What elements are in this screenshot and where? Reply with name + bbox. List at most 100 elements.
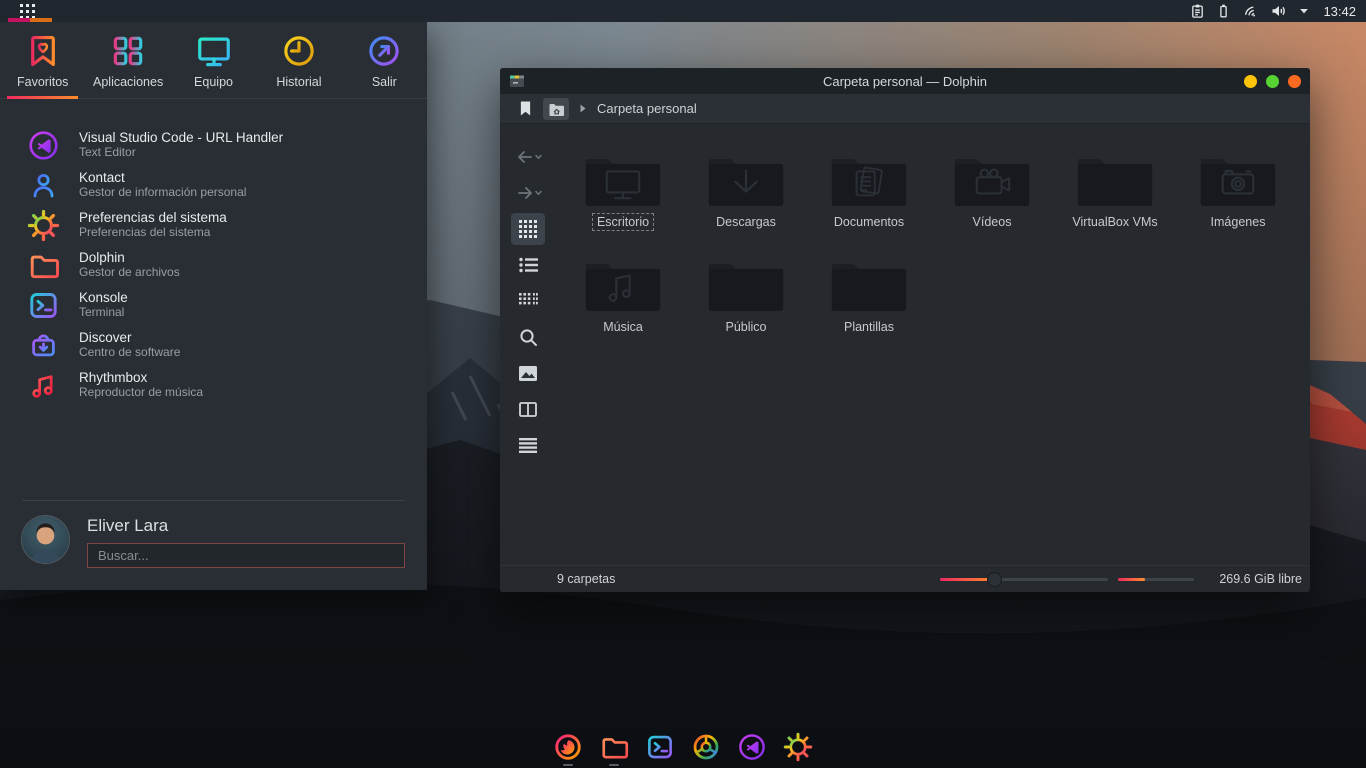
folder-icon (581, 257, 665, 315)
avatar[interactable] (22, 516, 69, 563)
list-view-button[interactable] (511, 247, 545, 283)
zoom-slider-handle[interactable] (987, 572, 1002, 587)
app-subtitle: Gestor de información personal (79, 186, 246, 200)
vscode-icon (27, 129, 60, 162)
folder-icon (599, 732, 629, 762)
app-item-vscode[interactable]: Visual Studio Code - URL Handler Text Ed… (0, 125, 427, 165)
top-panel: 13:42 (0, 0, 1366, 22)
tab-equipo[interactable]: Equipo (171, 22, 256, 98)
app-item-rhythmbox[interactable]: Rhythmbox Reproductor de música (0, 365, 427, 405)
dock-item-settings[interactable] (783, 732, 813, 766)
app-title: Rhythmbox (79, 370, 203, 386)
home-button[interactable] (543, 98, 569, 120)
app-item-discover[interactable]: Discover Centro de software (0, 325, 427, 365)
folder-icon (27, 249, 60, 282)
back-button[interactable] (511, 139, 545, 175)
music-note-icon (27, 369, 60, 402)
tab-label: Aplicaciones (93, 75, 163, 89)
tab-favoritos[interactable]: Favoritos (0, 22, 85, 98)
folder-descargas[interactable]: Descargas (698, 152, 794, 231)
dock (553, 732, 813, 766)
tab-salir[interactable]: Salir (342, 22, 427, 98)
app-launcher-button[interactable] (0, 0, 60, 22)
folder-escritorio[interactable]: Escritorio (575, 152, 671, 231)
folder-musica[interactable]: Música (575, 257, 671, 336)
breadcrumb-location[interactable]: Carpeta personal (597, 101, 697, 116)
volume-icon[interactable] (1270, 3, 1287, 19)
folder-label: Música (598, 318, 648, 336)
app-grid-icon (20, 4, 35, 19)
dock-item-vscode[interactable] (737, 732, 767, 766)
chevron-down-icon[interactable] (1298, 5, 1310, 17)
folder-plantillas[interactable]: Plantillas (821, 257, 917, 336)
terminal-icon (27, 289, 60, 322)
app-grid-icon (109, 32, 147, 70)
app-subtitle: Reproductor de música (79, 386, 203, 400)
breadcrumb: Carpeta personal (500, 94, 1310, 124)
zoom-slider[interactable] (940, 566, 1108, 593)
folder-icon (1073, 152, 1157, 210)
chrome-icon (691, 732, 721, 762)
favorites-list: Visual Studio Code - URL Handler Text Ed… (0, 99, 427, 405)
titlebar[interactable]: Carpeta personal — Dolphin (500, 68, 1310, 94)
folder-icon (950, 152, 1034, 210)
app-subtitle: Terminal (79, 306, 128, 320)
minimize-button[interactable] (1244, 75, 1257, 88)
app-item-dolphin[interactable]: Dolphin Gestor de archivos (0, 245, 427, 285)
monitor-icon (195, 32, 233, 70)
folder-publico[interactable]: Público (698, 257, 794, 336)
folder-label: Escritorio (592, 213, 654, 231)
dock-item-chrome[interactable] (691, 732, 721, 766)
folder-icon (704, 152, 788, 210)
gear-icon (783, 732, 813, 762)
user-icon (27, 169, 60, 202)
clock[interactable]: 13:42 (1323, 4, 1356, 19)
app-subtitle: Centro de software (79, 346, 180, 360)
tab-aplicaciones[interactable]: Aplicaciones (85, 22, 170, 98)
maximize-button[interactable] (1266, 75, 1279, 88)
preview-icon[interactable] (511, 355, 545, 391)
chevron-right-icon (580, 104, 586, 113)
home-folder-icon (548, 102, 565, 116)
folder-icon (704, 257, 788, 315)
statusbar: 9 carpetas 269.6 GiB libre (500, 565, 1310, 592)
tab-historial[interactable]: Historial (256, 22, 341, 98)
folder-imagenes[interactable]: Imágenes (1190, 152, 1286, 231)
app-title: Preferencias del sistema (79, 210, 227, 226)
network-icon[interactable] (1242, 3, 1259, 19)
folder-label: VirtualBox VMs (1067, 213, 1162, 231)
folder-virtualbox-vms[interactable]: VirtualBox VMs (1067, 152, 1163, 231)
split-view-icon[interactable] (511, 391, 545, 427)
dock-item-konsole[interactable] (645, 732, 675, 766)
app-title: Dolphin (79, 250, 180, 266)
free-space-bar (1118, 578, 1194, 581)
app-item-konsole[interactable]: Konsole Terminal (0, 285, 427, 325)
search-input[interactable] (87, 543, 405, 568)
dock-item-files[interactable] (599, 732, 629, 766)
folder-label: Público (721, 318, 772, 336)
search-icon[interactable] (511, 319, 545, 355)
app-title: Visual Studio Code - URL Handler (79, 130, 283, 146)
desktop: 13:42 Favoritos Aplicaciones (0, 0, 1366, 768)
compact-view-button[interactable] (511, 283, 545, 319)
folder-documentos[interactable]: Documentos (821, 152, 917, 231)
clipboard-icon[interactable] (1190, 3, 1205, 19)
items-count: 9 carpetas (557, 572, 615, 586)
dock-item-firefox[interactable] (553, 732, 583, 766)
folder-label: Documentos (829, 213, 909, 231)
hamburger-menu-icon[interactable] (511, 427, 545, 463)
forward-button[interactable] (511, 175, 545, 211)
folder-icon (581, 152, 665, 210)
battery-icon[interactable] (1216, 3, 1231, 19)
user-area: Eliver Lara (22, 500, 405, 590)
close-button[interactable] (1288, 75, 1301, 88)
active-tab-indicator (7, 96, 78, 99)
bookmark-icon[interactable] (519, 100, 532, 117)
app-item-kontact[interactable]: Kontact Gestor de información personal (0, 165, 427, 205)
app-item-preferencias[interactable]: Preferencias del sistema Preferencias de… (0, 205, 427, 245)
folder-videos[interactable]: Vídeos (944, 152, 1040, 231)
tab-label: Favoritos (17, 75, 68, 89)
icons-view-button[interactable] (511, 213, 545, 245)
view-toolbar (500, 124, 556, 565)
folder-label: Descargas (711, 213, 781, 231)
